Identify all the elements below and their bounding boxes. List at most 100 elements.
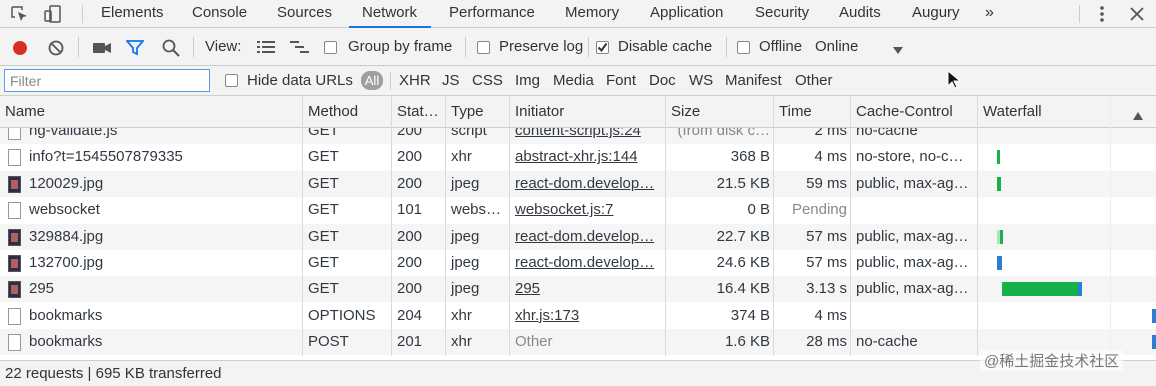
filter-type-xhr[interactable]: XHR [399, 72, 431, 89]
column-divider[interactable] [391, 96, 392, 356]
column-header-name[interactable]: Name [0, 96, 303, 128]
request-type: jpeg [451, 280, 480, 298]
kebab-menu-icon[interactable] [1097, 5, 1107, 27]
request-name: 295 [29, 280, 55, 298]
record-icon[interactable] [12, 40, 28, 60]
request-size: 22.7 KB [716, 227, 770, 245]
table-row[interactable]: 295 GET 200 jpeg 295 16.4 KB 3.13 s public, max… [0, 276, 1156, 303]
close-icon[interactable] [1129, 5, 1145, 27]
column-header-stat[interactable]: Stat… [392, 96, 446, 128]
hide-data-urls-checkbox[interactable] [225, 74, 238, 87]
request-initiator[interactable]: react-dom.develop… [510, 250, 666, 276]
request-initiator[interactable]: websocket.js:7 [510, 197, 666, 223]
tab-augury[interactable]: Augury [912, 0, 960, 28]
request-method: GET [308, 254, 339, 271]
waterfall-bar [997, 176, 1001, 191]
filter-type-ws[interactable]: WS [689, 72, 713, 89]
filter-all-button[interactable]: All [361, 71, 383, 90]
screenshot-camera-icon[interactable] [92, 41, 112, 59]
table-row[interactable]: 132700.jpg GET 200 jpeg react-dom.develop… 24… [0, 250, 1156, 276]
request-type: xhr [451, 148, 472, 166]
request-cache-control: public, max-ag… [856, 227, 969, 245]
offline-checkbox[interactable] [737, 41, 750, 54]
large-rows-icon[interactable] [257, 40, 275, 58]
request-name: 132700.jpg [29, 254, 104, 271]
filter-input[interactable] [4, 69, 210, 92]
filter-type-font[interactable]: Font [606, 72, 636, 89]
document-file-icon [8, 334, 21, 352]
tab-sources[interactable]: Sources [277, 0, 332, 28]
request-initiator: Other [515, 333, 553, 351]
filter-type-manifest[interactable]: Manifest [725, 72, 782, 89]
devtools-tabbar: Elements Console Sources Network Performance… [0, 0, 1156, 28]
tab-audits[interactable]: Audits [839, 0, 881, 28]
filter-type-other[interactable]: Other [795, 72, 833, 89]
column-header-type[interactable]: Type [446, 96, 510, 128]
request-size: 0 B [747, 201, 770, 219]
device-toolbar-icon[interactable] [44, 5, 64, 27]
search-icon[interactable] [162, 39, 180, 61]
table-row[interactable]: info?t=1545507879335 GET 200 xhr abstract-xh… [0, 144, 1156, 170]
request-size: 374 B [730, 306, 770, 324]
tab-performance[interactable]: Performance [449, 0, 535, 28]
request-type: jpeg [451, 227, 480, 245]
column-header-method[interactable]: Method [303, 96, 392, 128]
disable-cache-checkbox[interactable] [596, 41, 609, 54]
column-header-time[interactable]: Time [774, 96, 851, 128]
document-file-icon [8, 202, 21, 220]
column-divider[interactable] [850, 96, 851, 356]
tab-network[interactable]: Network [362, 0, 417, 28]
filter-type-media[interactable]: Media [553, 72, 594, 89]
request-time: 28 ms [806, 333, 847, 351]
request-name: websocket [29, 201, 100, 219]
sort-ascending-icon[interactable] [1133, 107, 1143, 124]
more-tabs-button[interactable]: » [985, 0, 994, 28]
request-time: 59 ms [806, 174, 847, 192]
tab-application[interactable]: Application [650, 0, 723, 28]
request-cache-control: public, max-ag… [856, 254, 969, 271]
preserve-log-checkbox[interactable] [477, 41, 490, 54]
request-time: Pending [791, 201, 847, 219]
column-header-size[interactable]: Size [666, 96, 774, 128]
throttling-select[interactable]: Online [815, 38, 858, 55]
inspect-element-icon[interactable] [10, 5, 30, 27]
column-divider[interactable] [665, 96, 666, 356]
filter-type-js[interactable]: JS [442, 72, 460, 89]
table-row[interactable]: 329884.jpg GET 200 jpeg react-dom.develop… 22… [0, 223, 1156, 250]
hide-data-urls-label: Hide data URLs [247, 72, 353, 89]
column-header-waterfall[interactable]: Waterfall [978, 96, 1156, 128]
column-divider[interactable] [509, 96, 510, 356]
network-toolbar: View: Group by frame Preserve log Disabl… [0, 28, 1156, 66]
column-header-initiator[interactable]: Initiator [510, 96, 666, 128]
table-row[interactable]: websocket GET 101 webs… websocket.js:7 0 B Pen… [0, 197, 1156, 223]
filter-funnel-icon[interactable] [125, 40, 145, 60]
column-divider[interactable] [773, 96, 774, 356]
tab-elements[interactable]: Elements [101, 0, 164, 28]
request-initiator[interactable]: react-dom.develop… [510, 224, 666, 250]
column-header-cache-control[interactable]: Cache-Control [851, 96, 978, 128]
group-by-frame-checkbox[interactable] [324, 41, 337, 54]
clear-icon[interactable] [48, 40, 64, 60]
offline-label: Offline [759, 38, 803, 55]
tab-console[interactable]: Console [192, 0, 247, 28]
request-initiator[interactable]: 295 [510, 276, 666, 302]
filter-type-css[interactable]: CSS [472, 72, 503, 89]
request-initiator[interactable]: react-dom.develop… [510, 171, 666, 197]
filter-type-img[interactable]: Img [515, 72, 540, 89]
table-row[interactable]: bookmarks OPTIONS 204 xhr xhr.js:173 374 B 4 m… [0, 303, 1156, 329]
chevron-down-icon[interactable] [893, 42, 903, 59]
request-time: 4 ms [814, 306, 847, 324]
overview-waterfall-icon[interactable] [290, 40, 310, 58]
table-row[interactable]: 120029.jpg GET 200 jpeg react-dom.develop… 21… [0, 170, 1156, 197]
column-divider[interactable] [445, 96, 446, 356]
request-method: GET [308, 201, 339, 219]
tab-security[interactable]: Security [755, 0, 809, 28]
request-type: webs… [451, 201, 502, 219]
request-initiator[interactable]: xhr.js:173 [510, 303, 666, 329]
request-initiator[interactable]: abstract-xhr.js:144 [510, 144, 666, 170]
tab-memory[interactable]: Memory [565, 0, 619, 28]
column-divider[interactable] [977, 96, 978, 356]
column-divider[interactable] [302, 96, 303, 356]
filter-type-doc[interactable]: Doc [649, 72, 676, 89]
waterfall-bar [1152, 335, 1156, 350]
